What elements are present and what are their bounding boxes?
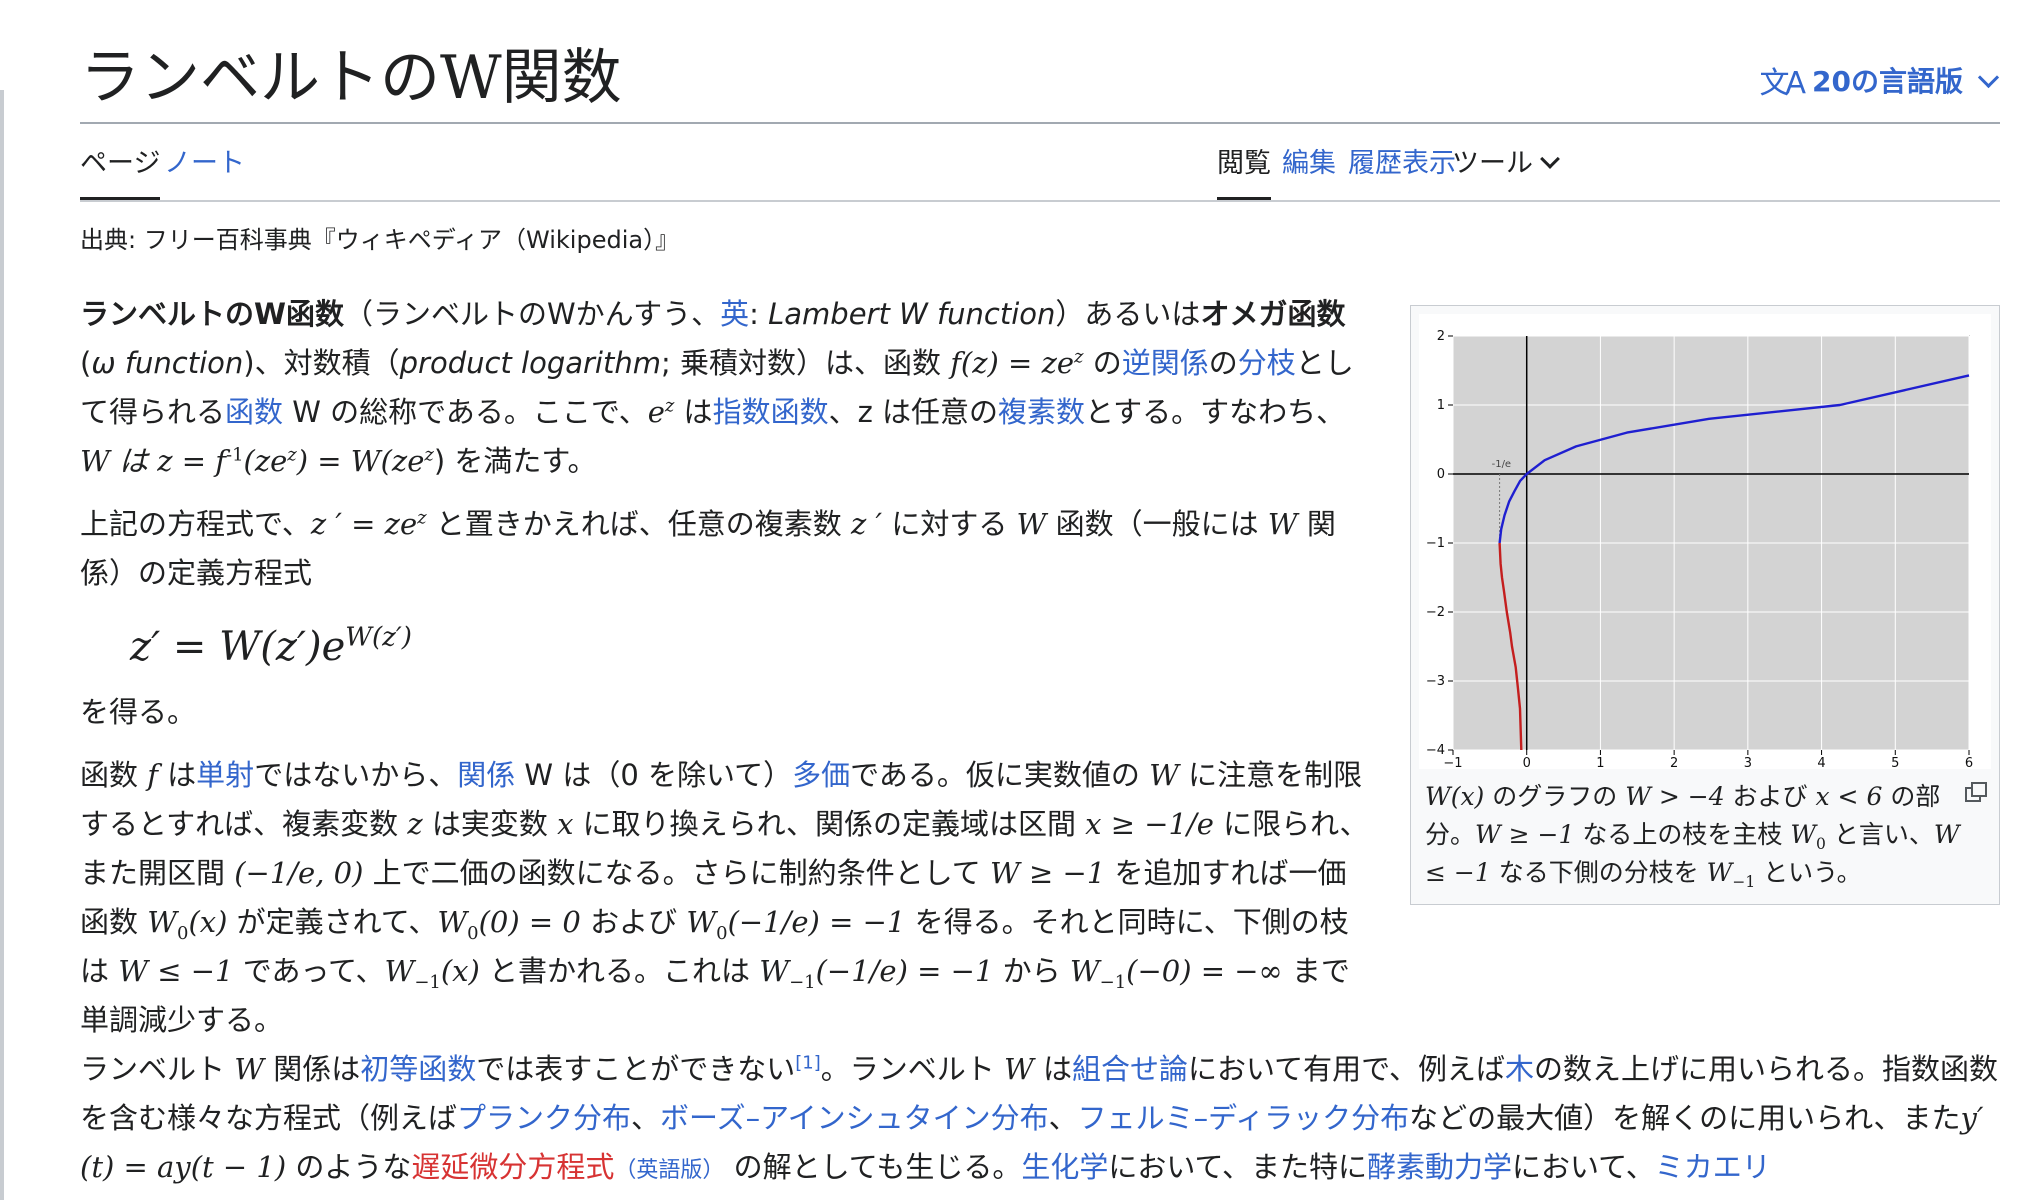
link-inverse-relation[interactable]: 逆関係 xyxy=(1122,346,1209,380)
link-multivalued[interactable]: 多価 xyxy=(792,758,850,792)
term-bold: ランベルトのW函数 xyxy=(80,297,344,331)
link-combinatorics[interactable]: 組合せ論 xyxy=(1072,1052,1188,1086)
y-tick-label: −2 xyxy=(1426,605,1445,620)
link-biochemistry[interactable]: 生化学 xyxy=(1021,1150,1108,1184)
link-english[interactable]: 英 xyxy=(720,297,749,331)
link-exponential[interactable]: 指数函数 xyxy=(713,395,829,429)
y-tick-label: −4 xyxy=(1426,743,1445,758)
link-michaelis[interactable]: ミカエリ xyxy=(1655,1150,1771,1184)
figure-box: -1/e −1 0 1 2 3 4 5 6 −4 −3 −2 −1 0 1 2 W(x) のグラフの W > … xyxy=(1410,305,2000,905)
article-page: ランベルトのW関数 文A 20の言語版 ページ ノート 閲覧 編集 履歴表示 ツ… xyxy=(80,0,2000,1200)
defining-equation: z′ = W(z′)eW(z′) xyxy=(130,622,412,670)
tab-edit[interactable]: 編集 xyxy=(1282,140,1336,200)
tab-read[interactable]: 閲覧 xyxy=(1217,140,1271,200)
x-tick-label: 2 xyxy=(1670,756,1678,769)
link-elementary-function[interactable]: 初等函数 xyxy=(360,1052,476,1086)
link-injective[interactable]: 単射 xyxy=(196,758,254,792)
x-tick-label: −1 xyxy=(1443,756,1462,769)
tab-bar: ページ ノート 閲覧 編集 履歴表示 ツール xyxy=(80,140,2000,202)
link-delay-differential[interactable]: 遅延微分方程式 xyxy=(411,1150,614,1184)
left-edge-rule xyxy=(0,90,4,1200)
language-label: 20の言語版 xyxy=(1812,65,1963,98)
branch-point-label: -1/e xyxy=(1492,459,1512,470)
y-tick-label: 0 xyxy=(1437,467,1445,482)
link-function[interactable]: 函数 xyxy=(225,395,283,429)
x-tick-label: 0 xyxy=(1523,756,1531,769)
translate-icon: 文A xyxy=(1759,66,1806,101)
link-branch[interactable]: 分枝 xyxy=(1238,346,1296,380)
article-body-wide: ランベルト W 関係は初等函数では表すことができない[1]。ランベルト W は組… xyxy=(80,1045,2000,1195)
x-tick-label: 1 xyxy=(1596,756,1604,769)
paragraph-result: を得る。 xyxy=(80,695,197,729)
tab-talk[interactable]: ノート xyxy=(164,140,245,200)
y-tick-label: −3 xyxy=(1426,674,1445,689)
page-title: ランベルトのW関数 xyxy=(80,43,622,113)
figure-image[interactable]: -1/e −1 0 1 2 3 4 5 6 −4 −3 −2 −1 0 1 2 xyxy=(1419,314,1991,771)
x-tick-label: 4 xyxy=(1817,756,1825,769)
x-tick-label: 3 xyxy=(1744,756,1752,769)
heading-row: ランベルトのW関数 文A 20の言語版 xyxy=(80,30,2000,125)
link-bose-einstein[interactable]: ボーズ–アインシュタイン分布 xyxy=(660,1101,1049,1135)
article-body: ランベルトのW函数（ランベルトのWかんすう、英: Lambert W funct… xyxy=(80,290,1370,1059)
tab-tools[interactable]: ツール xyxy=(1452,140,1560,200)
link-enzyme-kinetics[interactable]: 酵素動力学 xyxy=(1367,1150,1512,1184)
link-complex-number[interactable]: 複素数 xyxy=(998,395,1085,429)
figure-caption: W(x) のグラフの W > −4 および x < 6 の部分。W ≥ −1 な… xyxy=(1425,782,1960,891)
link-tree[interactable]: 木 xyxy=(1505,1052,1534,1086)
link-fermi-dirac[interactable]: フェルミ–ディラック分布 xyxy=(1078,1101,1409,1135)
language-button[interactable]: 文A 20の言語版 xyxy=(1760,58,2001,102)
enlarge-icon[interactable] xyxy=(1965,782,1987,802)
chevron-down-icon xyxy=(1540,149,1560,169)
site-sub: 出典: フリー百科事典『ウィキペディア（Wikipedia）』 xyxy=(80,226,680,254)
paragraph-substitution: 上記の方程式で、z ′ = zez と置きかえれば、任意の複素数 z ′ に対す… xyxy=(80,507,1336,590)
lambert-w-graph: -1/e −1 0 1 2 3 4 5 6 −4 −3 −2 −1 0 1 2 xyxy=(1426,329,1973,771)
tab-history[interactable]: 履歴表示 xyxy=(1348,140,1456,200)
y-tick-label: 1 xyxy=(1437,398,1445,413)
y-tick-label: 2 xyxy=(1437,329,1445,344)
link-relation[interactable]: 関係 xyxy=(457,758,515,792)
paragraph-intro: ランベルトのW函数（ランベルトのWかんすう、英: Lambert W funct… xyxy=(80,297,1354,478)
term-bold: オメガ函数 xyxy=(1200,297,1346,331)
chevron-down-icon xyxy=(1977,66,2000,88)
x-tick-label: 5 xyxy=(1891,756,1899,769)
y-tick-label: −1 xyxy=(1426,536,1445,551)
x-tick-label: 6 xyxy=(1965,756,1973,769)
tools-label: ツール xyxy=(1452,148,1533,179)
link-english-version[interactable]: （英語版） xyxy=(614,1158,724,1183)
reference-link[interactable]: [1] xyxy=(795,1052,820,1073)
paragraph-real-branches: 函数 f は単射ではないから、関係 W は（0 を除いて）多価である。仮に実数値… xyxy=(80,758,1369,1037)
tab-page[interactable]: ページ xyxy=(80,140,161,200)
tabs-divider xyxy=(80,200,2000,202)
link-planck[interactable]: プランク分布 xyxy=(457,1101,631,1135)
title-divider xyxy=(80,122,2000,124)
paragraph-applications: ランベルト W 関係は初等函数では表すことができない[1]。ランベルト W は組… xyxy=(80,1052,1999,1184)
